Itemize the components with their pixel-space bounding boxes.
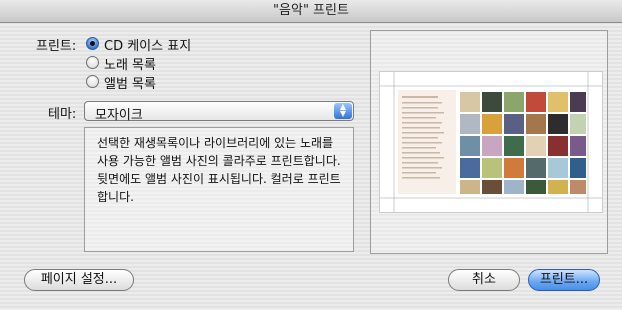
print-type-label: 프린트: (36, 39, 77, 54)
mosaic-preview-image (380, 72, 602, 212)
theme-popup[interactable]: 모자이크 ▲ ▼ (84, 101, 354, 123)
print-preview (370, 30, 608, 254)
window-title: "음악" 프린트 (0, 0, 622, 23)
theme-description: 선택한 재생목록이나 라이브러리에 있는 노래를 사용 가능한 앨범 사진의 콜… (84, 127, 354, 252)
theme-selected-value: 모자이크 (95, 108, 143, 123)
radio-album-list[interactable] (86, 75, 99, 88)
preview-page (379, 71, 603, 213)
popup-arrows-icon: ▲ ▼ (334, 103, 352, 119)
radio-song-list[interactable] (86, 56, 99, 69)
cancel-button[interactable]: 취소 (448, 269, 520, 291)
page-setup-button[interactable]: 페이지 설정... (24, 269, 134, 291)
option-song-list-label[interactable]: 노래 목록 (104, 54, 156, 73)
option-cd-case-label[interactable]: CD 케이스 표지 (104, 35, 191, 54)
print-button[interactable]: 프린트... (528, 269, 600, 291)
theme-label: 테마: (48, 107, 77, 122)
option-album-list-label[interactable]: 앨범 목록 (104, 73, 156, 92)
radio-cd-case[interactable] (86, 37, 99, 50)
